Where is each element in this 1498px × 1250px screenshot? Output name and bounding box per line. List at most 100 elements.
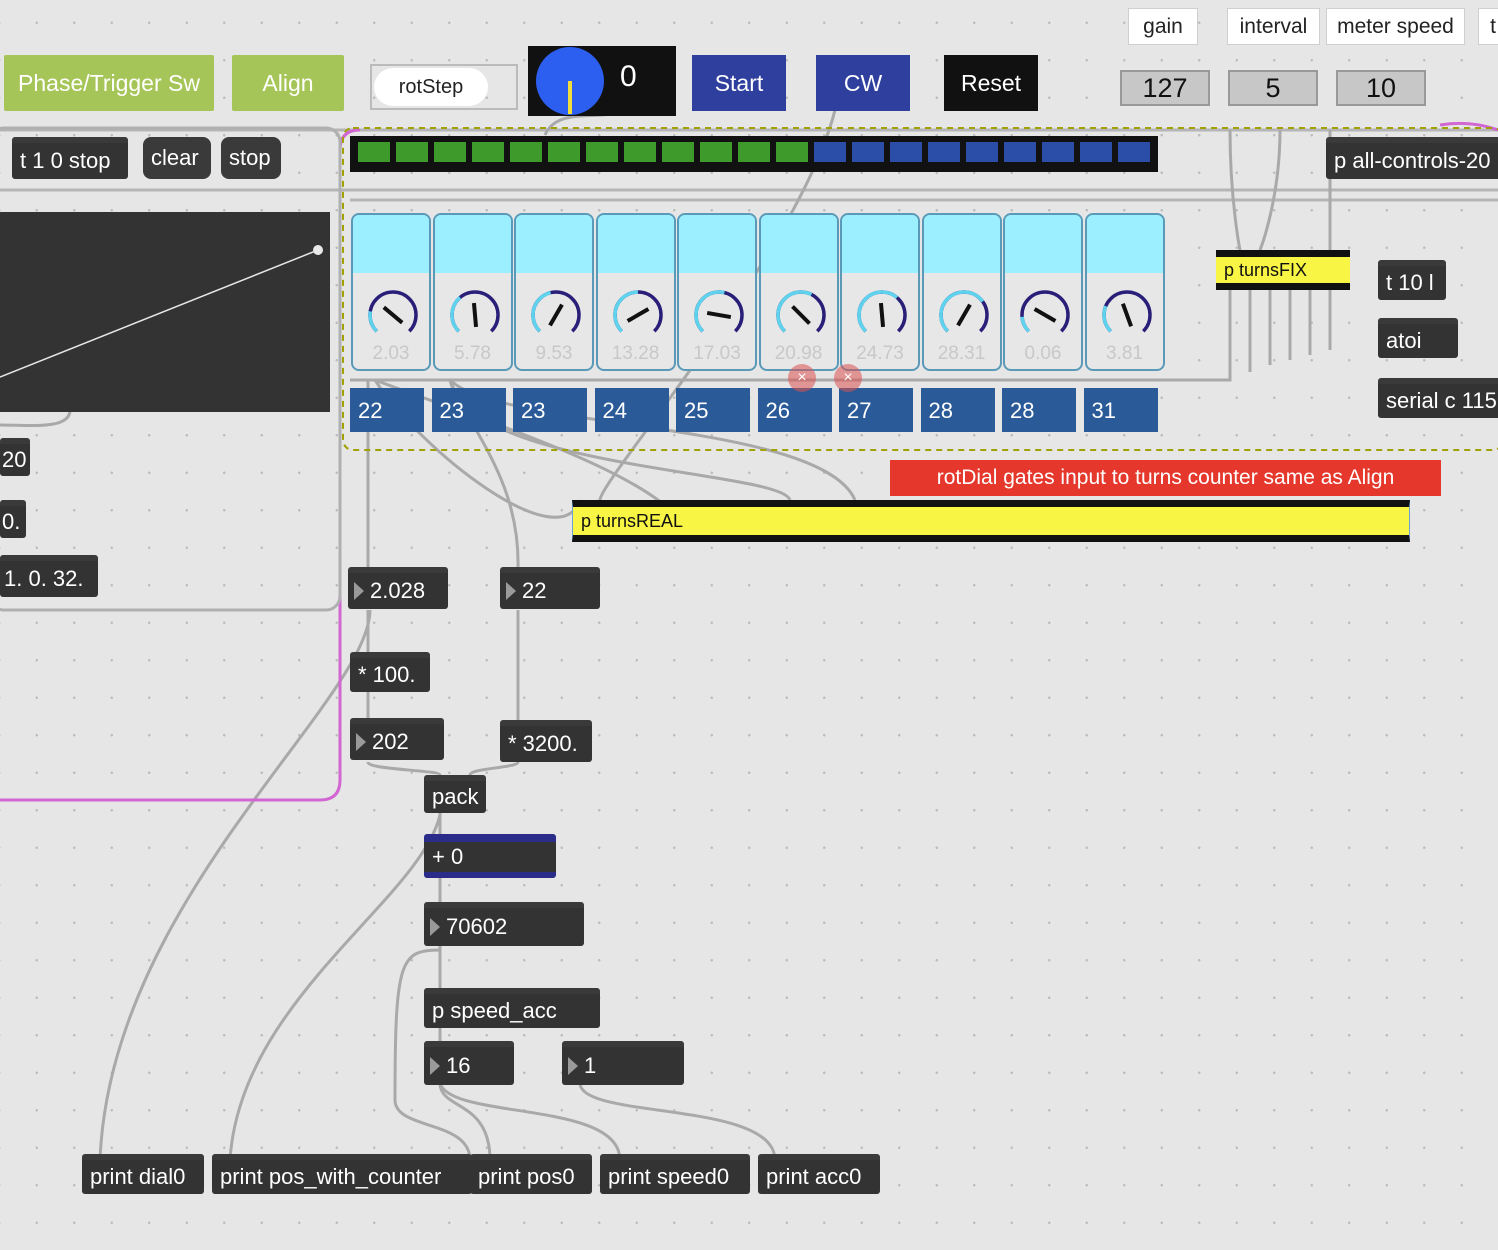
plot-line bbox=[0, 245, 323, 378]
interval-number[interactable]: 5 bbox=[1228, 70, 1318, 106]
meter-segment bbox=[434, 142, 469, 162]
dial-value: 17.03 bbox=[693, 343, 741, 364]
plus-0-text: + 0 bbox=[432, 844, 464, 869]
multiply-3200[interactable]: * 3200. bbox=[500, 720, 592, 762]
dial-header bbox=[1005, 215, 1081, 273]
dial-value: 2.03 bbox=[372, 343, 410, 364]
turns-real-label: p turnsREAL bbox=[581, 510, 684, 531]
meter-speed-number[interactable]: 10 bbox=[1336, 70, 1426, 106]
dial-value: 5.78 bbox=[454, 343, 491, 364]
phase-trigger-label: Phase/Trigger Sw bbox=[18, 69, 200, 96]
t-stop-object[interactable]: t 1 0 stop bbox=[12, 137, 128, 179]
speed-acc-subpatcher[interactable]: p speed_acc bbox=[424, 988, 600, 1028]
rotstep-toggle[interactable]: rotStep bbox=[374, 68, 488, 106]
dial-tile[interactable]: 22 bbox=[350, 388, 424, 432]
dial[interactable]: 0.06 bbox=[1003, 213, 1083, 371]
dial-tile[interactable]: 23 bbox=[513, 388, 587, 432]
dial[interactable]: 20.98 bbox=[758, 213, 839, 371]
meter-segment bbox=[776, 142, 811, 162]
cw-button[interactable]: CW bbox=[816, 55, 910, 111]
number-22[interactable]: 22 bbox=[500, 567, 600, 609]
reset-button[interactable]: Reset bbox=[944, 55, 1038, 111]
print-pos0[interactable]: print pos0 bbox=[470, 1154, 592, 1194]
dial[interactable]: 2.03 bbox=[351, 213, 431, 371]
plus-0-object[interactable]: + 0 bbox=[424, 834, 556, 878]
dial-tile[interactable]: 24 bbox=[594, 388, 669, 432]
dial-header bbox=[923, 215, 1000, 273]
print-speed0-text: print speed0 bbox=[608, 1164, 730, 1189]
delete-cord-icon[interactable]: × bbox=[788, 364, 816, 392]
serial-object[interactable]: serial c 115 bbox=[1378, 378, 1498, 418]
rotstep-label: rotStep bbox=[398, 75, 464, 98]
t10-object[interactable]: t 10 l bbox=[1378, 260, 1446, 300]
clear-message[interactable]: clear bbox=[143, 137, 211, 179]
gain-number[interactable]: 127 bbox=[1120, 70, 1210, 106]
meter-segment bbox=[510, 142, 545, 162]
multiply-100[interactable]: * 100. bbox=[350, 652, 430, 692]
dial[interactable]: 5.78 bbox=[432, 213, 513, 371]
pack-object[interactable]: pack bbox=[424, 775, 486, 813]
print-pos-with-counter[interactable]: print pos_with_counter bbox=[212, 1154, 472, 1194]
rot-dial-icon bbox=[536, 47, 604, 115]
atoi-text: atoi bbox=[1386, 328, 1422, 353]
dial-tile[interactable]: 28 bbox=[1002, 388, 1076, 432]
dial-header bbox=[353, 215, 429, 273]
interval-number-value: 5 bbox=[1265, 72, 1281, 103]
start-button[interactable]: Start bbox=[692, 55, 786, 111]
delete-cord-icon[interactable]: × bbox=[834, 364, 862, 392]
number-2028[interactable]: 2.028 bbox=[348, 567, 448, 609]
number-70602[interactable]: 70602 bbox=[424, 902, 584, 946]
dial[interactable]: 13.28 bbox=[595, 213, 676, 371]
dial[interactable]: 9.53 bbox=[514, 213, 594, 371]
gain-comment-text: gain bbox=[1143, 14, 1183, 38]
left-fragment-2[interactable]: 0. bbox=[0, 500, 26, 538]
dial-tile[interactable]: 31 bbox=[1083, 388, 1158, 432]
cw-label: CW bbox=[843, 69, 883, 96]
left-fragment-1[interactable]: 20 bbox=[0, 438, 30, 476]
print-acc0[interactable]: print acc0 bbox=[758, 1154, 880, 1194]
t-comment: t bbox=[1478, 8, 1498, 45]
number-2028-value: 2.028 bbox=[370, 578, 426, 603]
print-dial0[interactable]: print dial0 bbox=[82, 1154, 204, 1194]
gain-number-value: 127 bbox=[1142, 72, 1188, 103]
turns-real-subpatcher[interactable]: p turnsREAL bbox=[572, 500, 1410, 542]
left-fragment-3[interactable]: 1. 0. 32. bbox=[0, 555, 98, 597]
dial-tile[interactable]: 27 bbox=[839, 388, 913, 432]
all-controls-subpatcher[interactable]: p all-controls-20 bbox=[1326, 137, 1498, 179]
meter-segment bbox=[662, 142, 697, 162]
print-pos0-text: print pos0 bbox=[478, 1164, 575, 1189]
meter-segment bbox=[966, 142, 1001, 162]
turns-fix-label: p turnsFIX bbox=[1224, 259, 1308, 280]
dial-tile[interactable]: 28 bbox=[920, 388, 995, 432]
dial-header bbox=[760, 215, 837, 273]
number-1[interactable]: 1 bbox=[562, 1041, 684, 1085]
dial[interactable]: 3.81 bbox=[1084, 213, 1165, 371]
turns-fix-subpatcher[interactable]: p turnsFIX bbox=[1216, 250, 1350, 290]
dial[interactable]: 28.31 bbox=[921, 213, 1002, 371]
rot-dial-display[interactable]: 0 bbox=[528, 46, 676, 116]
meter-segment bbox=[1042, 142, 1077, 162]
dial-tile[interactable]: 26 bbox=[757, 388, 832, 432]
dial-tile[interactable]: 23 bbox=[431, 388, 506, 432]
left-fragment-2-text: 0. bbox=[2, 509, 21, 534]
dial-value: 9.53 bbox=[535, 343, 573, 364]
phase-trigger-button[interactable]: Phase/Trigger Sw bbox=[4, 55, 214, 111]
dial[interactable]: 24.73 bbox=[840, 213, 920, 371]
meter-segment bbox=[814, 142, 849, 162]
print-acc0-text: print acc0 bbox=[766, 1164, 862, 1189]
annotation-comment: rotDial gates input to turns counter sam… bbox=[890, 460, 1441, 496]
dial-tile[interactable]: 25 bbox=[676, 388, 750, 432]
number-202[interactable]: 202 bbox=[350, 718, 444, 760]
dial-value: 13.28 bbox=[611, 343, 660, 364]
stop-message[interactable]: stop bbox=[221, 137, 281, 179]
stop-text: stop bbox=[229, 145, 271, 170]
meter-segment bbox=[624, 142, 659, 162]
align-button[interactable]: Align bbox=[232, 55, 344, 111]
dial[interactable]: 17.03 bbox=[677, 213, 757, 371]
number-16[interactable]: 16 bbox=[424, 1041, 514, 1085]
function-plot[interactable] bbox=[0, 212, 330, 412]
dial-header bbox=[842, 215, 918, 273]
atoi-object[interactable]: atoi bbox=[1378, 318, 1458, 358]
print-speed0[interactable]: print speed0 bbox=[600, 1154, 750, 1194]
dial-value: 3.81 bbox=[1106, 343, 1143, 364]
